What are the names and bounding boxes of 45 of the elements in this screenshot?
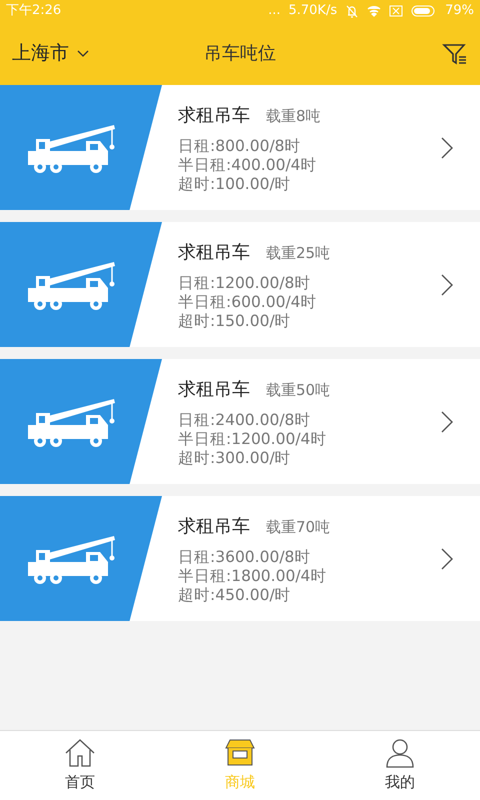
price-line: 日租:3600.00/8时 xyxy=(178,548,312,566)
price-line: 半日租:400.00/4时 xyxy=(178,156,318,174)
wifi-icon xyxy=(367,5,382,17)
price-line: 超时:150.00/时 xyxy=(178,312,292,330)
price-line: 超时:450.00/时 xyxy=(178,586,292,604)
chevron-right-icon xyxy=(440,410,454,434)
chevron-right-icon xyxy=(440,136,454,160)
chevron-right-icon xyxy=(440,546,454,570)
listing-title: 求租吊车 xyxy=(178,240,250,264)
listing-card[interactable]: 求租吊车 载重8吨 日租:800.00/8时 半日租:400.00/4时 超时:100.00/时 xyxy=(0,85,480,210)
price-line: 半日租:600.00/4时 xyxy=(178,292,318,312)
listing-title: 求租吊车 xyxy=(178,104,250,128)
capacity-text: 载重8吨 xyxy=(266,106,321,126)
signal-dots: ... xyxy=(268,2,280,20)
listing-card[interactable]: 求租吊车 载重70吨 日租:3600.00/8时 半日租:1800.00/4时 超时:450.00/时 xyxy=(0,496,480,621)
price-line: 超时:100.00/时 xyxy=(178,174,292,194)
capacity-text: 载重50吨 xyxy=(266,380,330,400)
battery-percent: 79% xyxy=(445,2,474,20)
tab-bar-item[interactable]: 首页 xyxy=(64,737,96,794)
home-icon xyxy=(64,737,96,770)
status-time: 下午2:26 xyxy=(6,2,62,20)
listing-card[interactable]: 求租吊车 载重25吨 日租:1200.00/8时 半日租:600.00/4时 超时:150.00/时 xyxy=(0,222,480,347)
price-line: 日租:2400.00/8时 xyxy=(178,410,312,430)
price-line: 日租:800.00/8时 xyxy=(178,136,302,156)
network-speed: 5.70K/s xyxy=(288,2,338,20)
chevron-down-icon xyxy=(77,50,89,58)
filter-icon xyxy=(442,42,468,66)
price-line: 日租:1200.00/8时 xyxy=(178,274,312,292)
listing-title: 求租吊车 xyxy=(178,514,250,538)
price-line: 半日租:1800.00/4时 xyxy=(178,566,328,586)
price-line: 超时:300.00/时 xyxy=(178,448,292,468)
chevron-right-icon xyxy=(440,272,454,296)
battery-icon xyxy=(411,5,438,17)
sim-icon xyxy=(389,5,404,17)
person-icon xyxy=(384,737,416,770)
bell-off-icon xyxy=(345,4,360,18)
capacity-text: 载重70吨 xyxy=(266,516,330,538)
city-dropdown[interactable]: 上海市 xyxy=(12,39,89,68)
listing-card[interactable]: 求租吊车 载重50吨 日租:2400.00/8时 半日租:1200.00/4时 超时:300.00/时 xyxy=(0,359,480,484)
tab-bar-item[interactable]: 我的 xyxy=(384,737,416,794)
page-title: 吊车吨位 xyxy=(204,42,276,66)
filter-button[interactable] xyxy=(442,41,468,66)
capacity-text: 载重25吨 xyxy=(266,242,330,264)
listing-title: 求租吊车 xyxy=(178,378,250,402)
price-line: 半日租:1200.00/4时 xyxy=(178,430,328,448)
